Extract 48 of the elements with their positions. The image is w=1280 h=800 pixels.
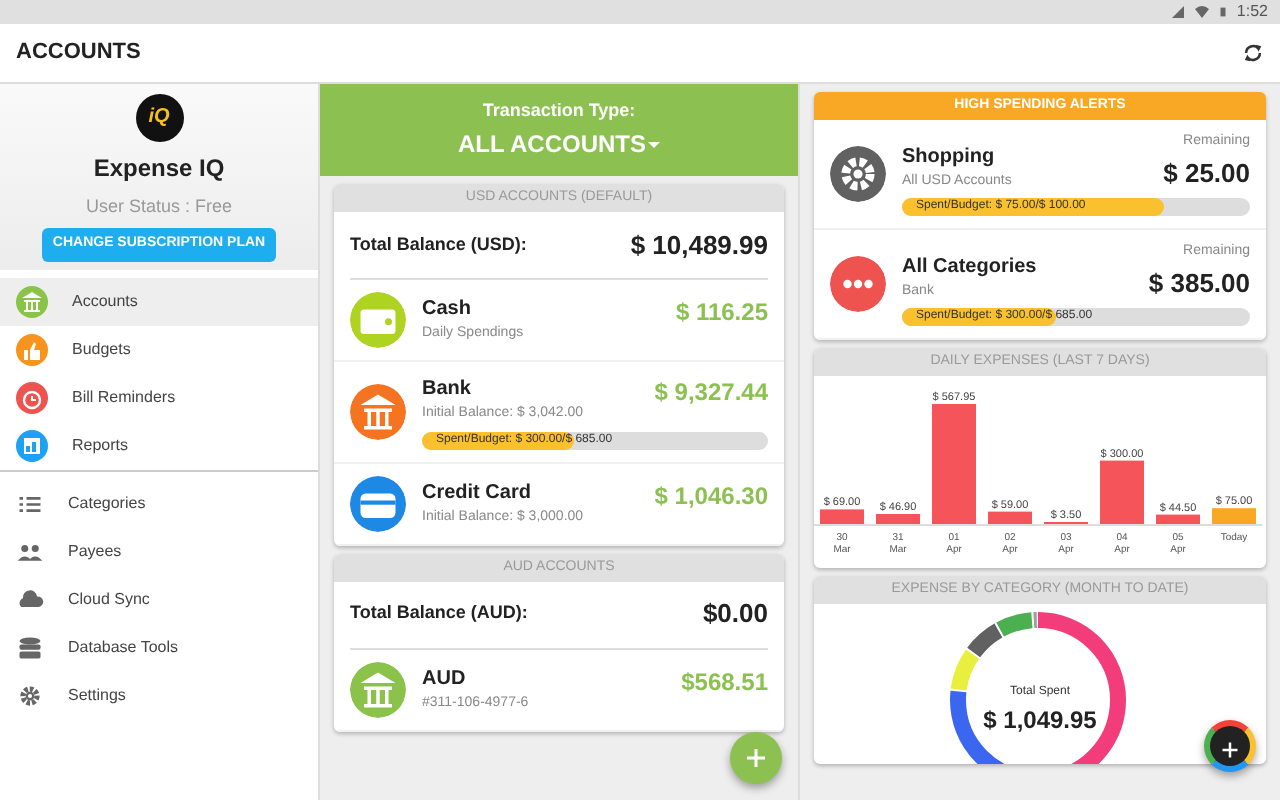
bar [1212, 508, 1256, 524]
account-name: Bank [422, 376, 473, 404]
account-name: Credit Card [422, 479, 533, 508]
caret-icon [648, 142, 660, 149]
plus-icon [744, 745, 768, 770]
total-balance-label: Total Balance (USD): [350, 231, 527, 258]
wifi-icon [1194, 4, 1211, 20]
total-balance-label: Total Balance (AUD): [350, 600, 528, 627]
account-balance: $ 116.25 [675, 296, 768, 331]
sidebar-item[interactable]: Accounts [0, 278, 318, 326]
signal-icon [1170, 4, 1187, 20]
app-logo: iQ [135, 93, 183, 141]
settings-icon [16, 682, 44, 710]
bar [932, 404, 976, 524]
sidebar-item[interactable]: Budgets [0, 326, 318, 374]
account-name: Cash [422, 296, 473, 325]
database-icon [16, 634, 44, 662]
bar [1156, 514, 1200, 524]
sidebar-item[interactable]: Settings [0, 672, 318, 720]
user-status: User Status : Free [85, 193, 233, 219]
alert-name: Shopping [902, 143, 997, 171]
alert-name: All Categories [902, 253, 1037, 281]
sidebar-item[interactable]: Bill Reminders [0, 374, 318, 422]
remaining-amount: $ 385.00 [1148, 265, 1250, 301]
account-balance: $568.51 [681, 665, 768, 700]
refresh-icon[interactable] [1242, 42, 1264, 64]
bar [820, 509, 864, 524]
remaining-amount: $ 25.00 [1163, 155, 1250, 191]
sidebar-item[interactable]: Categories [0, 480, 318, 528]
sidebar-item[interactable]: Database Tools [0, 624, 318, 672]
bar [1100, 460, 1144, 524]
account-balance: $ 1,046.30 [654, 479, 768, 514]
plus-icon [1220, 739, 1240, 760]
sidebar-item[interactable]: Reports [0, 422, 318, 470]
bar [988, 511, 1032, 524]
battery-icon [1218, 4, 1229, 20]
account-name: AUD [422, 665, 468, 694]
account-balance: $ 9,327.44 [654, 376, 768, 410]
total-balance: $0.00 [702, 596, 768, 633]
page-title: ACCOUNTS [16, 38, 141, 69]
total-spent-amount: $ 1,049.95 [983, 704, 1097, 738]
sidebar-item[interactable]: Cloud Sync [0, 576, 318, 624]
sidebar-item[interactable]: Payees [0, 528, 318, 576]
bar [876, 514, 920, 524]
status-time: 1:52 [1236, 0, 1268, 24]
total-balance: $ 10,489.99 [630, 227, 768, 264]
transaction-type-label: Transaction Type: [482, 98, 636, 125]
app-name: Expense IQ [93, 151, 225, 185]
